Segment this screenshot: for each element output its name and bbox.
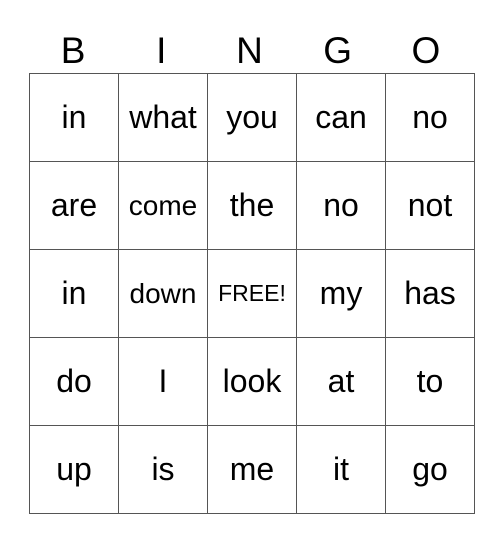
- bingo-cell[interactable]: at: [296, 337, 386, 426]
- bingo-row: are come the no not: [29, 161, 475, 250]
- bingo-cell[interactable]: to: [385, 337, 475, 426]
- bingo-cell[interactable]: go: [385, 425, 475, 514]
- bingo-cell[interactable]: is: [118, 425, 208, 514]
- bingo-cell[interactable]: do: [29, 337, 119, 426]
- bingo-row: up is me it go: [29, 425, 475, 514]
- bingo-cell[interactable]: not: [385, 161, 475, 250]
- bingo-row: in down FREE! my has: [29, 249, 475, 338]
- bingo-cell[interactable]: I: [118, 337, 208, 426]
- bingo-cell[interactable]: my: [296, 249, 386, 338]
- free-space[interactable]: FREE!: [207, 249, 297, 338]
- bingo-cell[interactable]: it: [296, 425, 386, 514]
- bingo-cell[interactable]: down: [118, 249, 208, 338]
- bingo-cell[interactable]: you: [207, 73, 297, 162]
- header-letter-g: G: [323, 30, 353, 71]
- bingo-cell[interactable]: in: [29, 249, 119, 338]
- bingo-cell[interactable]: no: [296, 161, 386, 250]
- header-letter-o: O: [411, 30, 441, 71]
- bingo-cell[interactable]: the: [207, 161, 297, 250]
- bingo-cell[interactable]: what: [118, 73, 208, 162]
- bingo-header: B I N G O: [29, 28, 470, 73]
- bingo-row: in what you can no: [29, 73, 475, 162]
- bingo-cell[interactable]: me: [207, 425, 297, 514]
- header-letter-n: N: [236, 30, 263, 71]
- bingo-grid: in what you can no are come the no not in down FREE!…: [29, 73, 475, 514]
- bingo-cell[interactable]: come: [118, 161, 208, 250]
- header-letter-i: I: [156, 30, 167, 71]
- bingo-cell[interactable]: can: [296, 73, 386, 162]
- header-letter-b: B: [60, 30, 86, 71]
- bingo-cell[interactable]: up: [29, 425, 119, 514]
- bingo-cell[interactable]: has: [385, 249, 475, 338]
- bingo-row: do Ilook at to: [29, 337, 475, 426]
- bingo-cell[interactable]: are: [29, 161, 119, 250]
- bingo-cell[interactable]: no: [385, 73, 475, 162]
- bingo-cell[interactable]: in: [29, 73, 119, 162]
- bingo-cell[interactable]: look: [207, 337, 297, 426]
